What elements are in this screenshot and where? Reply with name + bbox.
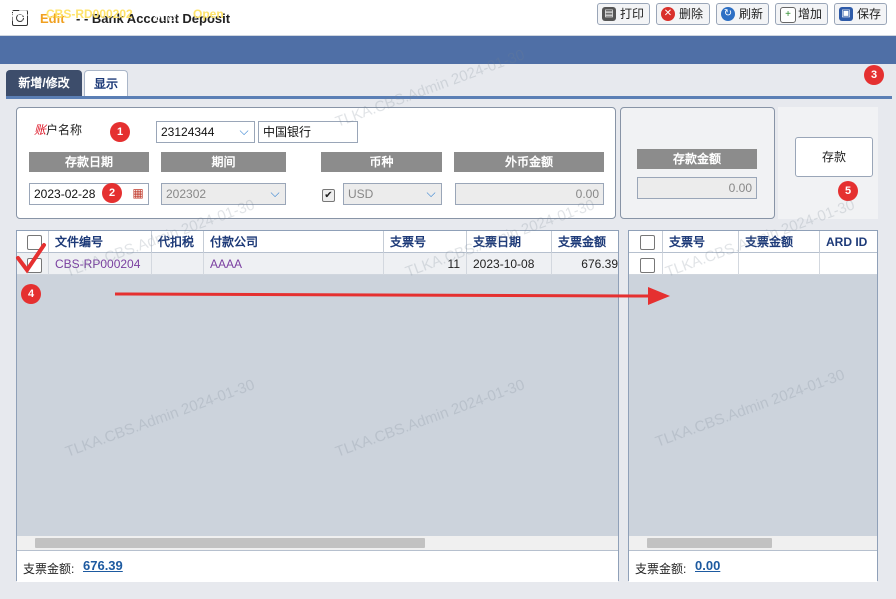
- arrow-head: [648, 287, 670, 305]
- annotation-overlay: [16, 243, 670, 305]
- checkmark-annotation: [16, 243, 46, 274]
- arrow-annotation: [114, 292, 651, 298]
- annotation-badge-4: 4: [21, 284, 41, 304]
